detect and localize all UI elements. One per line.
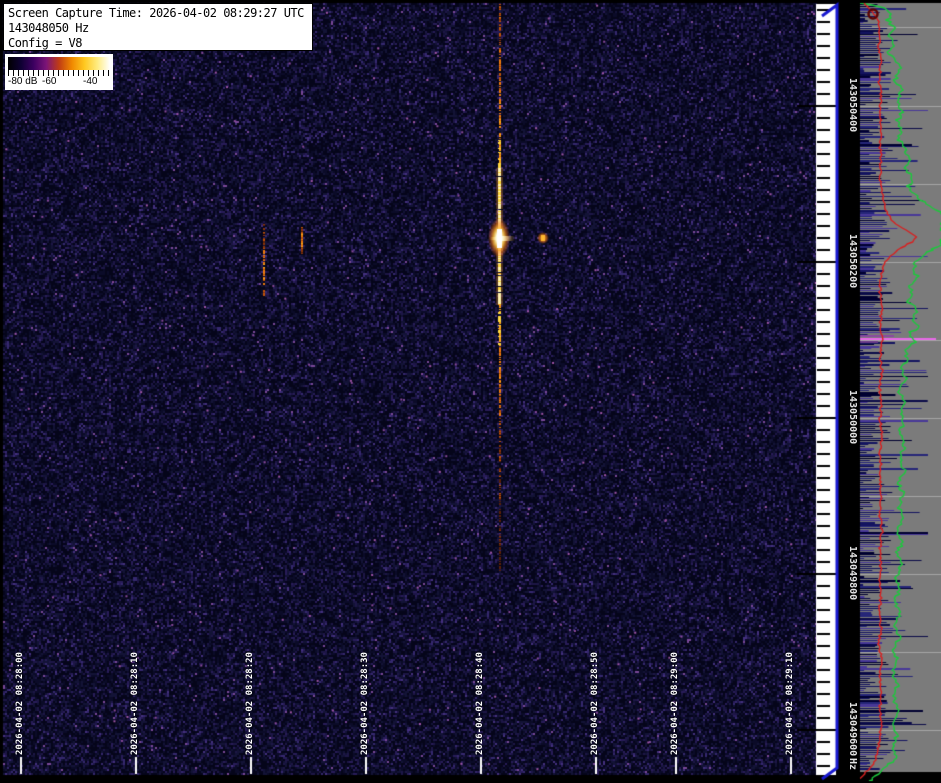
time-axis-label: 2026-04-02 08:28:40 [475,652,485,755]
time-axis-label: 2026-04-02 08:29:10 [785,652,795,755]
colorbar-gradient [8,57,110,70]
capture-info-box: Screen Capture Time: 2026-04-02 08:29:27… [3,3,313,51]
colorbar-label-mid: -60 [42,76,57,87]
frequency-axis-label: 143050000 [847,390,858,445]
spectrum-capture-screen: Screen Capture Time: 2026-04-02 08:29:27… [0,0,941,783]
colorbar-label-min: -80 dB [8,76,38,87]
time-axis-label: 2026-04-02 08:28:00 [15,652,25,755]
time-axis-label: 2026-04-02 08:28:50 [590,652,600,755]
frequency-axis-label: 143049800 [847,546,858,601]
spectrum-waterfall-canvas [0,0,941,783]
time-axis-label: 2026-04-02 08:29:00 [670,652,680,755]
frequency-axis-label: 143049600 [847,702,858,757]
center-frequency-text: 143048050 Hz [8,21,89,35]
config-text: Config = V8 [8,36,82,50]
intensity-scale-legend: -80 dB -60 -40 [5,54,113,90]
capture-time-text: Screen Capture Time: 2026-04-02 08:29:27… [8,6,304,20]
time-axis-label: 2026-04-02 08:28:30 [360,652,370,755]
time-axis-label: 2026-04-02 08:28:10 [130,652,140,755]
frequency-axis-label: 143050400 [847,78,858,133]
time-axis-label: 2026-04-02 08:28:20 [245,652,255,755]
frequency-axis-label: 143050200 [847,234,858,289]
colorbar-label-max: -40 [83,76,98,87]
frequency-unit-label: Hz [847,758,858,771]
